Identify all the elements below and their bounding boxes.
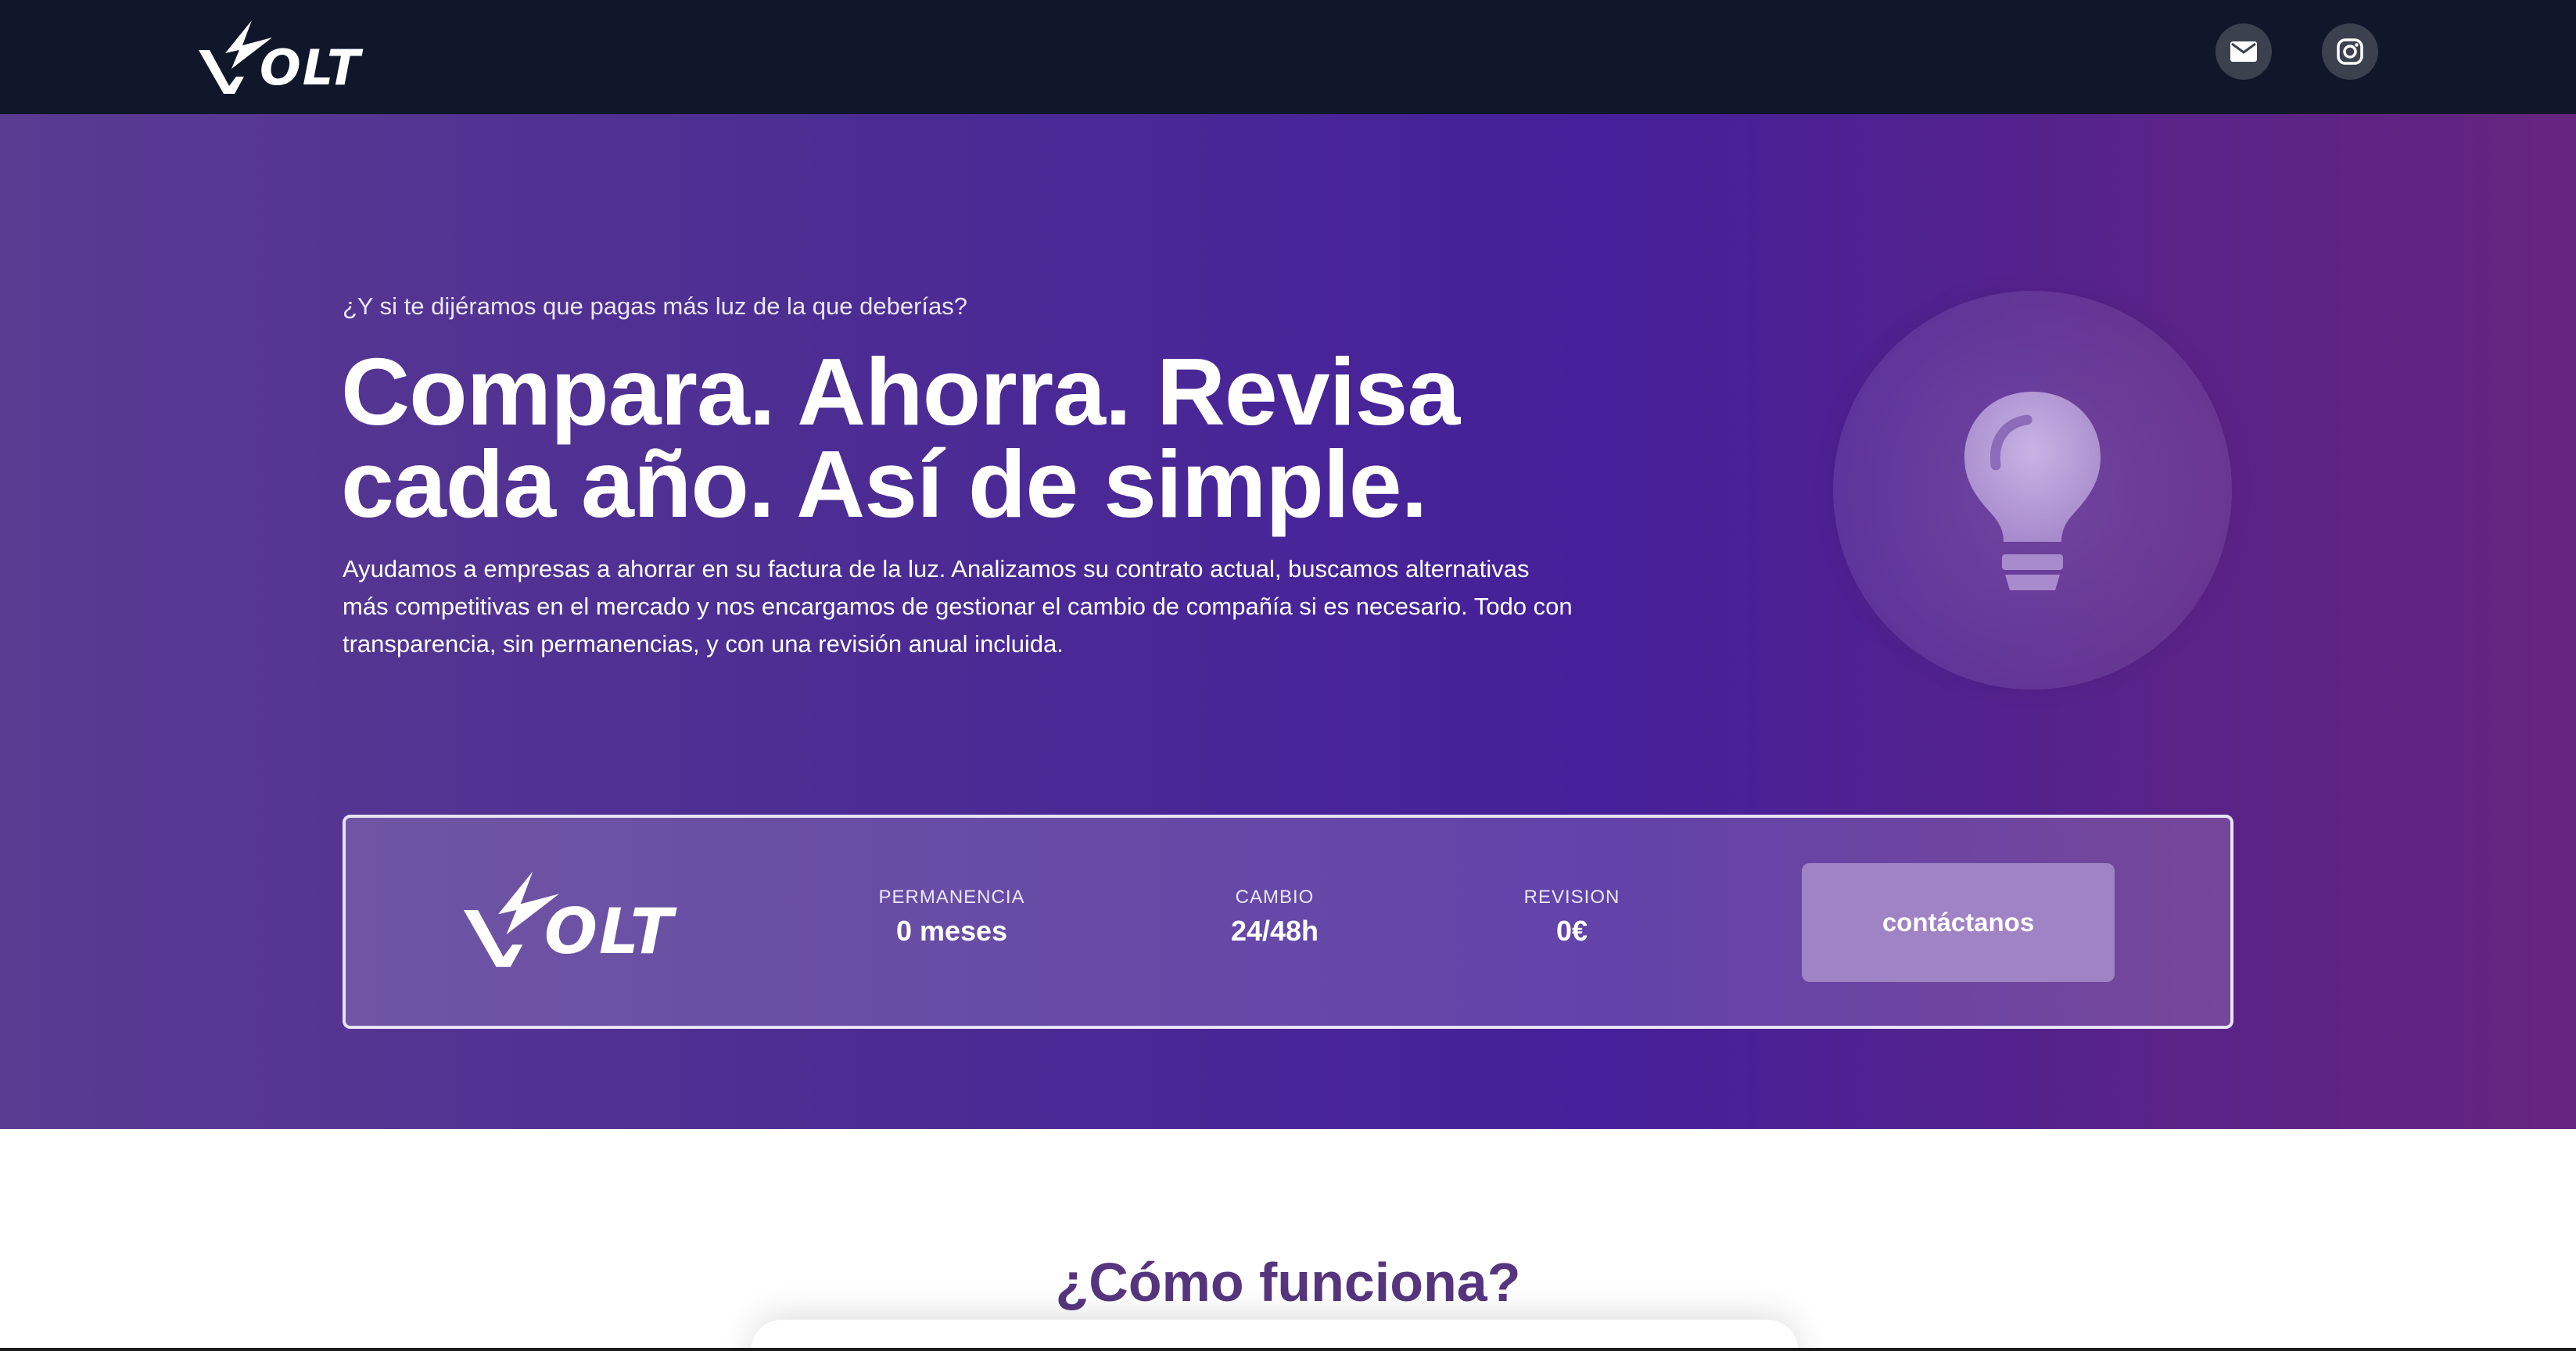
contact-button[interactable]: contáctanos — [1802, 863, 2115, 982]
hero-section: ¿Y si te dijéramos que pagas más luz de … — [0, 114, 2576, 1129]
lightbulb-illustration — [1833, 291, 2232, 690]
stat-label: CAMBIO — [1235, 887, 1315, 908]
logo-wordmark: OLT — [260, 39, 362, 96]
hero-kicker: ¿Y si te dijéramos que pagas más luz de … — [343, 292, 968, 320]
lightbulb-icon — [1964, 392, 2101, 590]
volt-logo[interactable]: OLT — [197, 16, 361, 97]
hero-description: Ayudamos a empresas a ahorrar en su fact… — [343, 555, 1573, 658]
mail-icon — [2230, 41, 2257, 62]
stat-value: 0€ — [1555, 915, 1588, 947]
stat-cambio: CAMBIO 24/48h — [1157, 887, 1392, 948]
stat-permanencia: PERMANENCIA 0 meses — [834, 887, 1069, 948]
stat-revision: REVISION 0€ — [1455, 887, 1689, 948]
top-navbar: OLT — [0, 0, 2576, 114]
how-it-works-title: ¿Cómo funciona? — [1055, 1252, 1521, 1313]
mail-button[interactable] — [2215, 23, 2272, 80]
stat-label: PERMANENCIA — [878, 887, 1025, 908]
instagram-button[interactable] — [2322, 23, 2378, 80]
how-it-works-card — [751, 1320, 1799, 1351]
divider — [0, 1348, 2576, 1351]
hero-headline: Compara. Ahorra. Revisa cada año. Así de… — [341, 339, 1460, 537]
stats-volt-logo: OLT — [461, 865, 674, 971]
stats-card: OLT PERMANENCIA 0 meses CAMBIO 24/48h RE… — [343, 815, 2233, 1029]
instagram-icon — [2337, 38, 2363, 65]
stat-value: 0 meses — [895, 915, 1008, 947]
stat-label: REVISION — [1523, 887, 1620, 908]
stat-value: 24/48h — [1230, 915, 1319, 947]
logo-wordmark: OLT — [544, 895, 675, 968]
